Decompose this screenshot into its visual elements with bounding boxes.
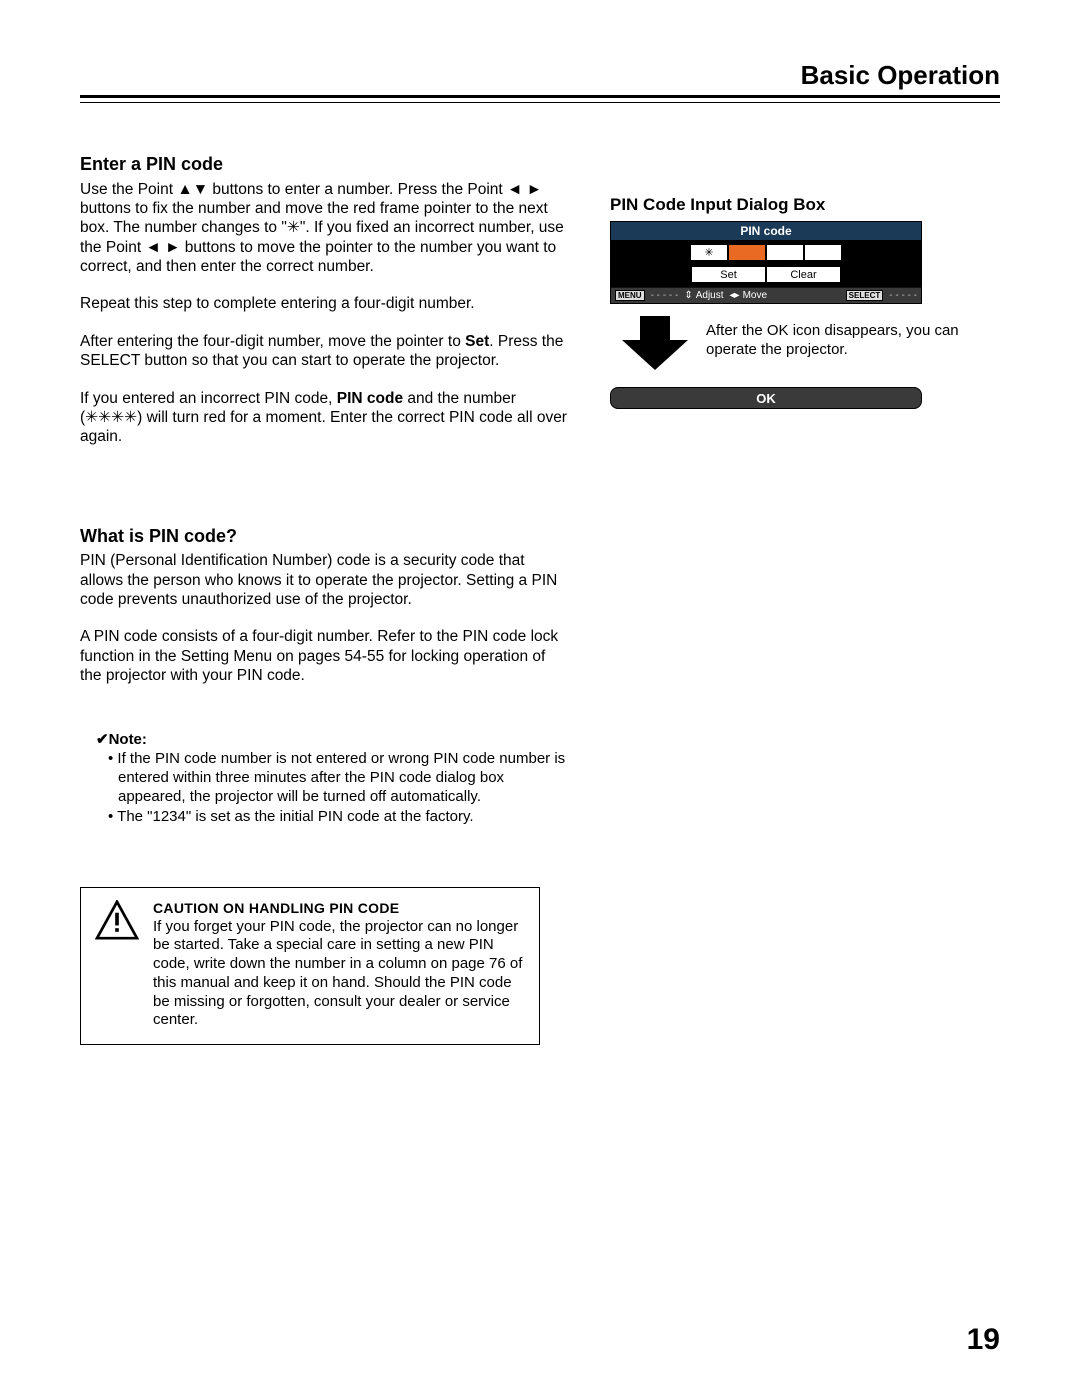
pin-digits-row: ✳ bbox=[611, 241, 921, 264]
left-column: Enter a PIN code Use the Point ▲▼ button… bbox=[80, 153, 570, 1045]
what-pin-heading: What is PIN code? bbox=[80, 525, 570, 548]
pin-clear-button: Clear bbox=[766, 266, 841, 283]
select-box-icon: SELECT bbox=[846, 290, 884, 301]
note-item-1-text: If the PIN code number is not entered or… bbox=[117, 750, 565, 805]
header-rule bbox=[80, 95, 1000, 103]
p4-bold: PIN code bbox=[337, 390, 403, 407]
right-column: PIN Code Input Dialog Box PIN code ✳ Set… bbox=[610, 153, 1000, 1045]
pin-digit-4 bbox=[804, 244, 842, 261]
caution-title: CAUTION ON HANDLING PIN CODE bbox=[153, 900, 525, 918]
pin-digit-1: ✳ bbox=[690, 244, 728, 261]
note-item-2-text: The "1234" is set as the initial PIN cod… bbox=[117, 808, 473, 825]
note-item-2: • The "1234" is set as the initial PIN c… bbox=[108, 808, 570, 827]
pin-buttons-row: Set Clear bbox=[611, 264, 921, 287]
arrow-note: After the OK icon disappears, you can op… bbox=[610, 316, 1000, 375]
leftright-arrows-icon: ◂▸ bbox=[730, 290, 740, 301]
p3-a: After entering the four-digit number, mo… bbox=[80, 333, 465, 350]
note-label: ✔Note: bbox=[96, 731, 570, 750]
menu-box-icon: MENU bbox=[615, 290, 645, 301]
pin-hint-bar: MENU - - - - - ⇕ Adjust ◂▸ Move SELECT -… bbox=[611, 287, 921, 303]
pin-dialog-box: PIN code ✳ Set Clear MENU - - - - - ⇕ bbox=[610, 221, 922, 304]
section-title: Basic Operation bbox=[80, 60, 1000, 91]
down-arrow-icon bbox=[610, 316, 690, 375]
move-hint: ◂▸ Move bbox=[730, 290, 768, 301]
move-label: Move bbox=[743, 290, 767, 301]
page-number: 19 bbox=[967, 1323, 1000, 1357]
adjust-hint: ⇕ Adjust bbox=[684, 290, 723, 301]
pin-digit-2-active bbox=[728, 244, 766, 261]
enter-pin-heading: Enter a PIN code bbox=[80, 153, 570, 176]
caution-box: CAUTION ON HANDLING PIN CODE If you forg… bbox=[80, 887, 540, 1045]
pin-dialog-heading: PIN Code Input Dialog Box bbox=[610, 195, 1000, 215]
enter-pin-p2: Repeat this step to complete entering a … bbox=[80, 294, 570, 313]
caution-body: If you forget your PIN code, the project… bbox=[153, 918, 525, 1031]
warning-triangle-icon bbox=[95, 900, 139, 1030]
adjust-label: Adjust bbox=[696, 290, 724, 301]
note-block: ✔Note: • If the PIN code number is not e… bbox=[96, 731, 570, 827]
caution-text: CAUTION ON HANDLING PIN CODE If you forg… bbox=[153, 900, 525, 1030]
enter-pin-p3: After entering the four-digit number, mo… bbox=[80, 332, 570, 371]
note-item-1: • If the PIN code number is not entered … bbox=[108, 750, 570, 806]
pin-set-button: Set bbox=[691, 266, 766, 283]
select-dashes: - - - - - bbox=[889, 290, 917, 301]
ok-bar: OK bbox=[610, 387, 922, 409]
pin-dialog-title: PIN code bbox=[611, 222, 921, 241]
menu-dashes: - - - - - bbox=[651, 290, 679, 301]
p4-a: If you entered an incorrect PIN code, bbox=[80, 390, 337, 407]
p3-bold: Set bbox=[465, 333, 489, 350]
what-pin-p1: PIN (Personal Identification Number) cod… bbox=[80, 551, 570, 609]
enter-pin-p4: If you entered an incorrect PIN code, PI… bbox=[80, 389, 570, 447]
updown-arrows-icon: ⇕ bbox=[684, 290, 692, 301]
arrow-note-text: After the OK icon disappears, you can op… bbox=[706, 316, 1000, 360]
what-pin-p2: A PIN code consists of a four-digit numb… bbox=[80, 627, 570, 685]
pin-digit-3 bbox=[766, 244, 804, 261]
enter-pin-p1: Use the Point ▲▼ buttons to enter a numb… bbox=[80, 180, 570, 277]
